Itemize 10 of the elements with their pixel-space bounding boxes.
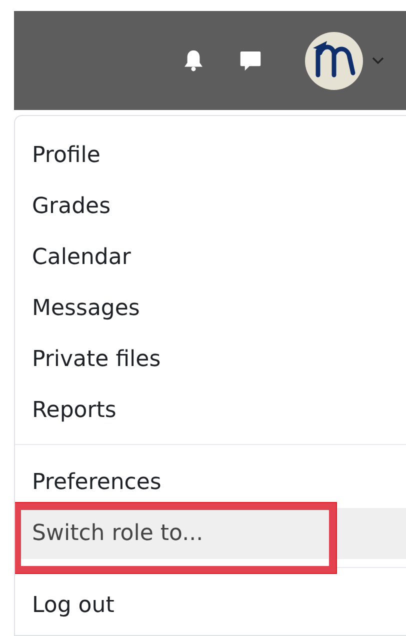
- menu-item[interactable]: Grades: [15, 181, 406, 232]
- menu-item[interactable]: Messages: [15, 283, 406, 334]
- menu-item[interactable]: Calendar: [15, 232, 406, 283]
- menu-item[interactable]: Preferences: [15, 457, 406, 508]
- avatar[interactable]: [304, 30, 364, 90]
- menu-item[interactable]: Profile: [15, 130, 406, 181]
- menu-item[interactable]: Private files: [15, 334, 406, 385]
- menu-item[interactable]: Reports: [15, 385, 406, 436]
- caret-icon[interactable]: [372, 56, 384, 64]
- menu-item[interactable]: Log out: [15, 580, 406, 631]
